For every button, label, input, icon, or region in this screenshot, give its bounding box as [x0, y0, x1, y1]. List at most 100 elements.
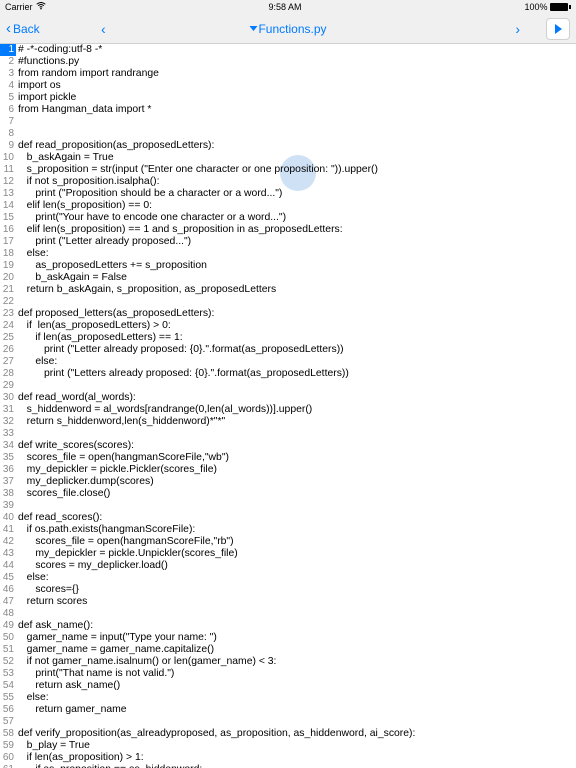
code-line[interactable]: 10 b_askAgain = True — [0, 152, 576, 164]
code-line[interactable]: 14 elif len(s_proposition) == 0: — [0, 200, 576, 212]
code-line[interactable]: 42 scores_file = open(hangmanScoreFile,"… — [0, 536, 576, 548]
line-number[interactable]: 56 — [0, 704, 16, 716]
line-text[interactable]: else: — [16, 572, 49, 584]
line-number[interactable]: 55 — [0, 692, 16, 704]
line-number[interactable]: 3 — [0, 68, 16, 80]
code-line[interactable]: 1# -*-coding:utf-8 -* — [0, 44, 576, 56]
code-line[interactable]: 16 elif len(s_proposition) == 1 and s_pr… — [0, 224, 576, 236]
code-line[interactable]: 61 if as_proposition == as_hiddenword: — [0, 764, 576, 768]
line-number[interactable]: 45 — [0, 572, 16, 584]
line-text[interactable]: return b_askAgain, s_proposition, as_pro… — [16, 284, 276, 296]
line-number[interactable]: 54 — [0, 680, 16, 692]
line-number[interactable]: 29 — [0, 380, 16, 392]
code-line[interactable]: 36 my_depickler = pickle.Pickler(scores_… — [0, 464, 576, 476]
code-line[interactable]: 33 — [0, 428, 576, 440]
line-text[interactable]: scores={} — [16, 584, 79, 596]
line-text[interactable]: from random import randrange — [16, 68, 159, 80]
line-number[interactable]: 43 — [0, 548, 16, 560]
line-text[interactable]: return scores — [16, 596, 87, 608]
code-line[interactable]: 34def write_scores(scores): — [0, 440, 576, 452]
line-number[interactable]: 11 — [0, 164, 16, 176]
line-text[interactable]: import pickle — [16, 92, 76, 104]
code-line[interactable]: 29 — [0, 380, 576, 392]
line-number[interactable]: 5 — [0, 92, 16, 104]
line-text[interactable] — [16, 716, 18, 728]
line-number[interactable]: 28 — [0, 368, 16, 380]
line-number[interactable]: 58 — [0, 728, 16, 740]
line-number[interactable]: 38 — [0, 488, 16, 500]
code-line[interactable]: 35 scores_file = open(hangmanScoreFile,"… — [0, 452, 576, 464]
line-number[interactable]: 6 — [0, 104, 16, 116]
line-number[interactable]: 37 — [0, 476, 16, 488]
line-text[interactable]: def verify_proposition(as_alreadypropose… — [16, 728, 415, 740]
line-text[interactable]: if len(as_proposition) > 1: — [16, 752, 144, 764]
line-number[interactable]: 2 — [0, 56, 16, 68]
code-line[interactable]: 47 return scores — [0, 596, 576, 608]
line-text[interactable]: return s_hiddenword,len(s_hiddenword)*"*… — [16, 416, 225, 428]
line-text[interactable] — [16, 128, 18, 140]
line-text[interactable]: def write_scores(scores): — [16, 440, 134, 452]
line-text[interactable]: def ask_name(): — [16, 620, 93, 632]
line-text[interactable]: elif len(s_proposition) == 1 and s_propo… — [16, 224, 343, 236]
code-line[interactable]: 60 if len(as_proposition) > 1: — [0, 752, 576, 764]
line-text[interactable]: s_hiddenword = al_words[randrange(0,len(… — [16, 404, 312, 416]
code-line[interactable]: 54 return ask_name() — [0, 680, 576, 692]
line-number[interactable]: 35 — [0, 452, 16, 464]
code-line[interactable]: 45 else: — [0, 572, 576, 584]
line-text[interactable]: print ("Letter already proposed: {0}.".f… — [16, 344, 344, 356]
line-number[interactable]: 14 — [0, 200, 16, 212]
line-text[interactable]: def read_proposition(as_proposedLetters)… — [16, 140, 214, 152]
code-line[interactable]: 51 gamer_name = gamer_name.capitalize() — [0, 644, 576, 656]
line-text[interactable]: else: — [16, 356, 57, 368]
line-number[interactable]: 59 — [0, 740, 16, 752]
line-number[interactable]: 50 — [0, 632, 16, 644]
line-number[interactable]: 61 — [0, 764, 16, 768]
line-number[interactable]: 17 — [0, 236, 16, 248]
code-line[interactable]: 8 — [0, 128, 576, 140]
line-text[interactable]: from Hangman_data import * — [16, 104, 151, 116]
code-line[interactable]: 44 scores = my_deplicker.load() — [0, 560, 576, 572]
code-line[interactable]: 5import pickle — [0, 92, 576, 104]
line-number[interactable]: 20 — [0, 272, 16, 284]
line-text[interactable]: print("Your have to encode one character… — [16, 212, 286, 224]
prev-button[interactable]: ‹ — [95, 21, 112, 37]
line-number[interactable]: 53 — [0, 668, 16, 680]
code-line[interactable]: 58def verify_proposition(as_alreadypropo… — [0, 728, 576, 740]
line-text[interactable]: my_deplicker.dump(scores) — [16, 476, 154, 488]
line-number[interactable]: 44 — [0, 560, 16, 572]
line-text[interactable] — [16, 608, 18, 620]
code-line[interactable]: 31 s_hiddenword = al_words[randrange(0,l… — [0, 404, 576, 416]
line-text[interactable]: if not s_proposition.isalpha(): — [16, 176, 160, 188]
line-text[interactable] — [16, 116, 18, 128]
line-number[interactable]: 9 — [0, 140, 16, 152]
line-text[interactable]: # -*-coding:utf-8 -* — [16, 44, 102, 56]
line-number[interactable]: 46 — [0, 584, 16, 596]
line-text[interactable]: b_play = True — [16, 740, 90, 752]
line-number[interactable]: 41 — [0, 524, 16, 536]
code-line[interactable]: 49def ask_name(): — [0, 620, 576, 632]
run-button[interactable] — [546, 18, 570, 40]
line-text[interactable]: scores_file = open(hangmanScoreFile,"rb"… — [16, 536, 234, 548]
nav-title[interactable]: Functions.py — [249, 22, 326, 36]
line-number[interactable]: 12 — [0, 176, 16, 188]
line-number[interactable]: 27 — [0, 356, 16, 368]
line-text[interactable]: return ask_name() — [16, 680, 120, 692]
code-line[interactable]: 28 print ("Letters already proposed: {0}… — [0, 368, 576, 380]
line-text[interactable]: #functions.py — [16, 56, 79, 68]
code-line[interactable]: 22 — [0, 296, 576, 308]
code-editor[interactable]: 1# -*-coding:utf-8 -*2#functions.py3from… — [0, 44, 576, 768]
code-line[interactable]: 41 if os.path.exists(hangmanScoreFile): — [0, 524, 576, 536]
code-line[interactable]: 2#functions.py — [0, 56, 576, 68]
line-number[interactable]: 40 — [0, 512, 16, 524]
line-text[interactable]: b_askAgain = False — [16, 272, 127, 284]
line-text[interactable]: scores_file = open(hangmanScoreFile,"wb"… — [16, 452, 229, 464]
line-number[interactable]: 42 — [0, 536, 16, 548]
line-text[interactable]: def read_word(al_words): — [16, 392, 136, 404]
line-text[interactable]: if not gamer_name.isalnum() or len(gamer… — [16, 656, 276, 668]
code-line[interactable]: 32 return s_hiddenword,len(s_hiddenword)… — [0, 416, 576, 428]
line-text[interactable]: print ("Letter already proposed...") — [16, 236, 191, 248]
code-line[interactable]: 56 return gamer_name — [0, 704, 576, 716]
line-number[interactable]: 18 — [0, 248, 16, 260]
line-number[interactable]: 47 — [0, 596, 16, 608]
code-line[interactable]: 25 if len(as_proposedLetters) == 1: — [0, 332, 576, 344]
